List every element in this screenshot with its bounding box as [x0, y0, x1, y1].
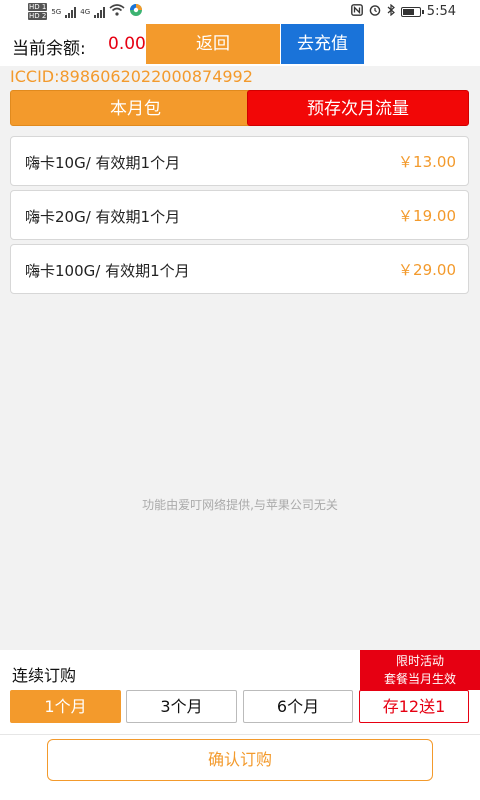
recharge-button[interactable]: 去充值 — [281, 24, 364, 64]
status-right: 5:54 — [350, 3, 456, 19]
status-bar: HD 1 HD 2 5G 4G 5:54 — [0, 0, 480, 24]
tab-next-month[interactable]: 预存次月流量 — [247, 90, 469, 126]
status-left: HD 1 HD 2 5G 4G — [28, 3, 143, 20]
provider-disclaimer: 功能由爱叮网络提供,与苹果公司无关 — [142, 498, 338, 512]
sim-tag-1: HD 1 — [28, 3, 48, 11]
continuous-subscription-label: 连续订购 — [12, 666, 77, 685]
plan-price: ￥13.00 — [398, 153, 456, 171]
plan-name: 嗨卡20G/ 有效期1个月 — [25, 208, 181, 226]
battery-icon — [400, 6, 424, 17]
plan-item-100g[interactable]: 嗨卡100G/ 有效期1个月 ￥29.00 — [10, 244, 469, 294]
duration-option-3-months[interactable]: 3个月 — [126, 690, 237, 723]
promo-line-2: 套餐当月生效 — [383, 672, 456, 686]
sim-tag-2: HD 2 — [28, 12, 48, 20]
confirm-order-button[interactable]: 确认订购 — [47, 739, 433, 781]
balance-value: 0.00 — [108, 34, 146, 54]
divider — [0, 734, 480, 735]
nfc-icon — [350, 4, 363, 19]
promo-line-1: 限时活动 — [395, 654, 444, 668]
bluetooth-icon — [387, 3, 395, 19]
plan-name: 嗨卡100G/ 有效期1个月 — [25, 262, 190, 280]
balance-label: 当前余额: — [12, 39, 86, 59]
plan-price: ￥19.00 — [398, 207, 456, 225]
tab-current-month[interactable]: 本月包 — [10, 90, 261, 126]
plan-item-20g[interactable]: 嗨卡20G/ 有效期1个月 ￥19.00 — [10, 190, 469, 240]
duration-option-6-months[interactable]: 6个月 — [243, 690, 353, 723]
iccid-text: ICCID:8986062022000874992 — [10, 67, 253, 86]
signal-icon — [65, 6, 77, 18]
subscription-panel: 连续订购 限时活动 套餐当月生效 1个月 3个月 6个月 存12送1 确认订购 — [0, 650, 480, 800]
signal-icon-2 — [94, 6, 106, 18]
header-bar: 当前余额: 0.00 返回 去充值 — [0, 24, 480, 66]
status-time: 5:54 — [426, 4, 456, 19]
plan-name: 嗨卡10G/ 有效期1个月 — [25, 154, 181, 172]
network-label-2: 4G — [80, 7, 91, 16]
battery-fill — [402, 8, 415, 15]
duration-option-1-month[interactable]: 1个月 — [10, 690, 121, 723]
sim-tags: HD 1 HD 2 — [28, 3, 48, 20]
wifi-icon — [109, 4, 125, 19]
back-button[interactable]: 返回 — [146, 24, 280, 64]
promo-badge: 限时活动 套餐当月生效 — [360, 650, 480, 690]
plan-item-10g[interactable]: 嗨卡10G/ 有效期1个月 ￥13.00 — [10, 136, 469, 186]
network-label-1: 5G — [51, 7, 62, 16]
duration-option-12-plus-1[interactable]: 存12送1 — [359, 690, 469, 723]
alarm-icon — [369, 4, 381, 19]
plan-price: ￥29.00 — [398, 261, 456, 279]
app-icon — [129, 3, 143, 20]
